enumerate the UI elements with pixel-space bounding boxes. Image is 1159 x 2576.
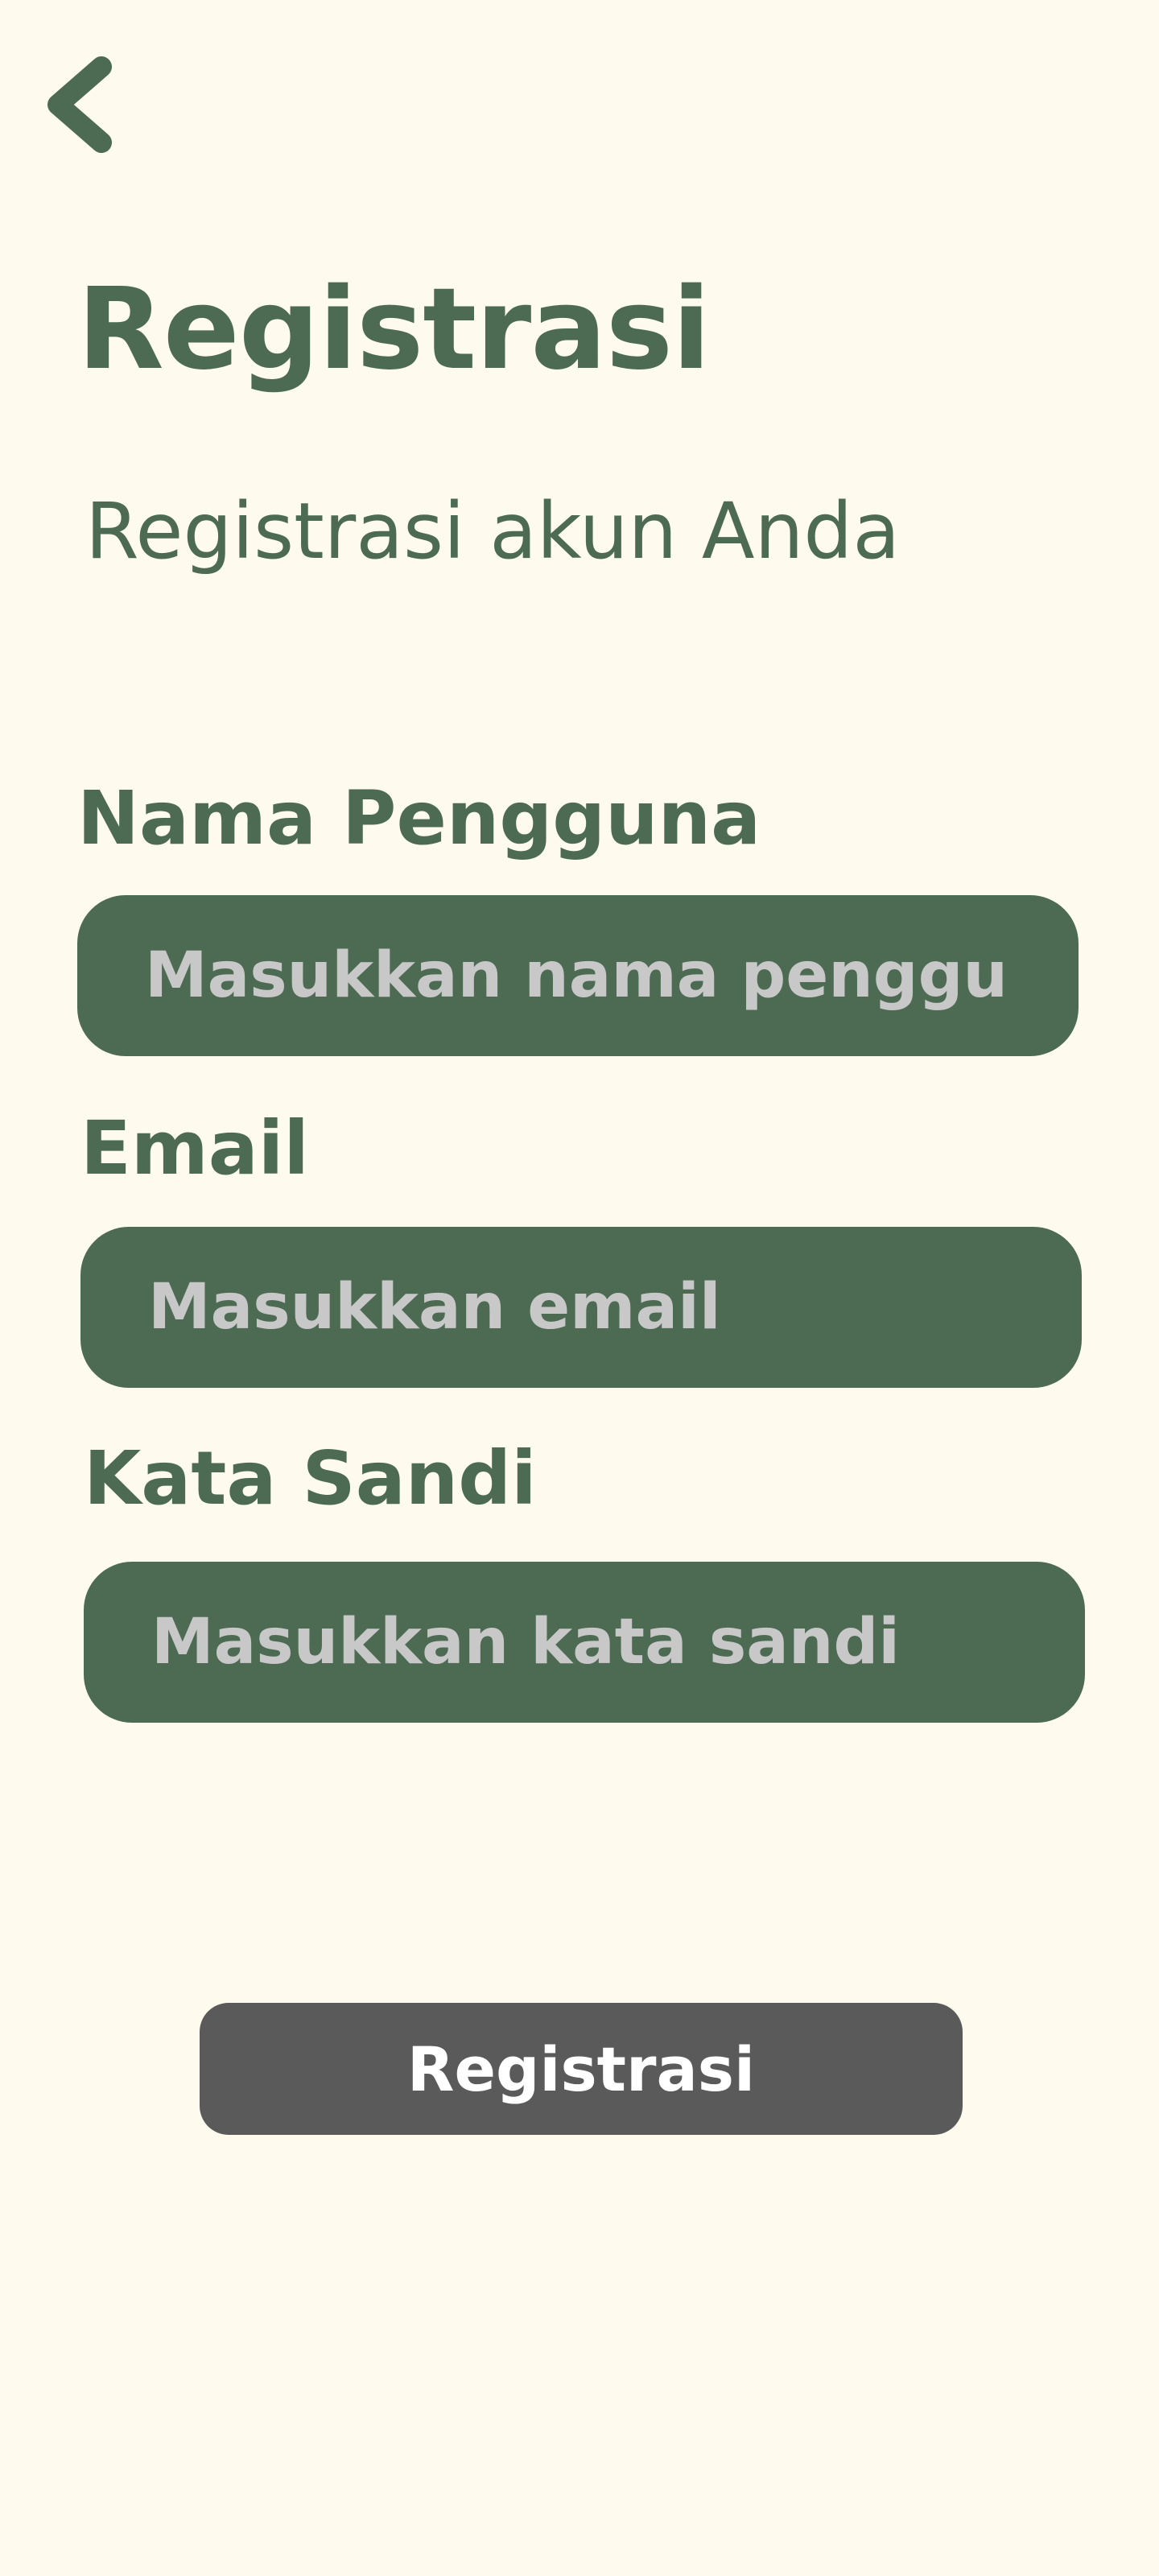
email-label: Email xyxy=(80,1105,309,1191)
password-label: Kata Sandi xyxy=(84,1435,537,1521)
register-button[interactable]: Registrasi xyxy=(200,2003,963,2135)
username-field-container[interactable] xyxy=(77,895,1079,1056)
back-button[interactable] xyxy=(35,48,124,161)
page-title: Registrasi xyxy=(77,264,711,395)
username-input[interactable] xyxy=(145,939,1011,1012)
registration-screen: Registrasi Registrasi akun Anda Nama Pen… xyxy=(0,0,1159,2576)
email-field-container[interactable] xyxy=(80,1227,1082,1388)
password-input[interactable] xyxy=(151,1606,1017,1678)
username-label: Nama Pengguna xyxy=(77,775,761,861)
email-input[interactable] xyxy=(148,1271,1014,1344)
page-subtitle: Registrasi akun Anda xyxy=(85,486,901,576)
chevron-left-icon xyxy=(47,56,112,153)
password-field-container[interactable] xyxy=(84,1562,1085,1723)
